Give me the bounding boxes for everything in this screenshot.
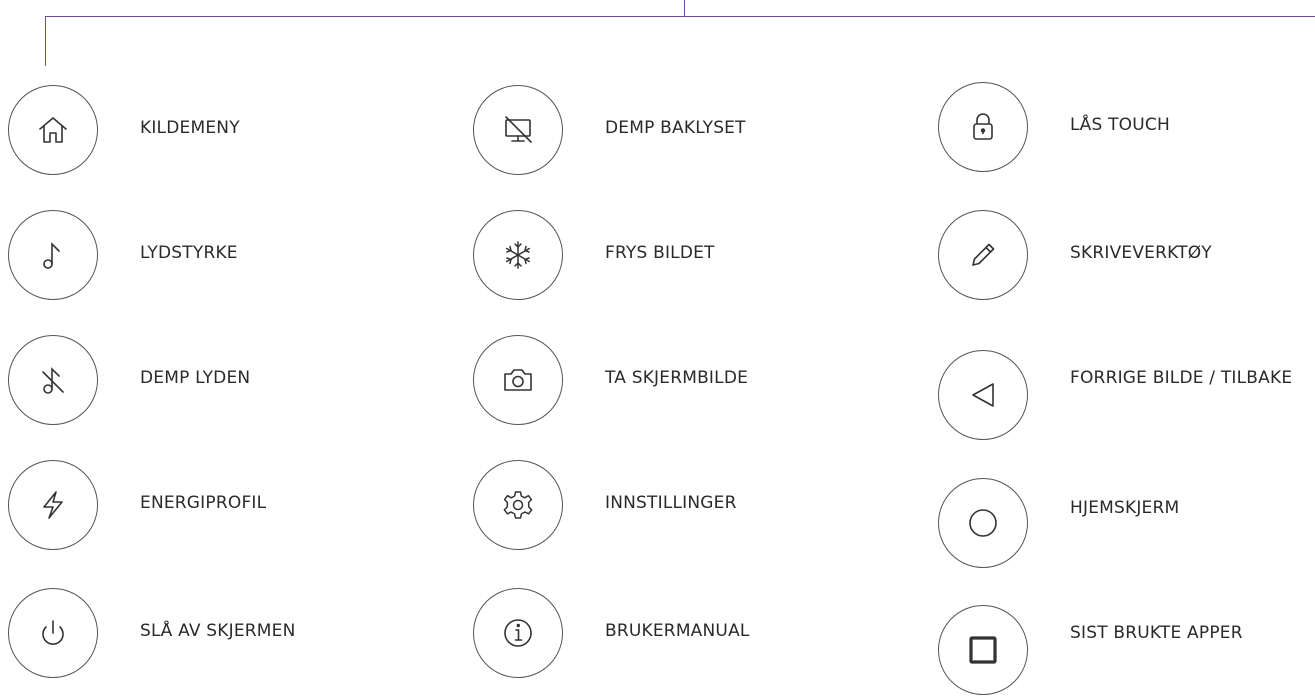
- demp-lyden-button[interactable]: [8, 335, 98, 425]
- innstillinger-button[interactable]: [473, 460, 563, 550]
- menu-item-label: SKRIVEVERKTØY: [1070, 243, 1212, 263]
- connector-vertical-left: [45, 16, 46, 66]
- skriveverktoy-button[interactable]: [938, 210, 1028, 300]
- menu-item-label: KILDEMENY: [140, 118, 240, 138]
- brukermanual-button[interactable]: [473, 588, 563, 678]
- menu-item-label: BRUKERMANUAL: [605, 621, 750, 641]
- menu-item-label: LYDSTYRKE: [140, 243, 238, 263]
- menu-item-label: FRYS BILDET: [605, 243, 715, 263]
- menu-item-label: ENERGIPROFIL: [140, 493, 267, 513]
- ta-skjermbilde-button[interactable]: [473, 335, 563, 425]
- menu-item-label: DEMP LYDEN: [140, 368, 251, 388]
- energiprofil-button[interactable]: [8, 460, 98, 550]
- menu-item-label: DEMP BAKLYSET: [605, 118, 746, 138]
- demp-baklyset-button[interactable]: [473, 85, 563, 175]
- gear-icon: [503, 491, 533, 519]
- sist-brukte-apper-button[interactable]: [938, 605, 1028, 695]
- frys-bildet-button[interactable]: [473, 210, 563, 300]
- recent-apps-square-icon: [969, 636, 997, 664]
- lock-icon: [973, 113, 993, 140]
- pencil-icon: [972, 243, 995, 266]
- hjemskjerm-button[interactable]: [938, 478, 1028, 568]
- las-touch-button[interactable]: [938, 82, 1028, 172]
- menu-item-label: INNSTILLINGER: [605, 493, 737, 513]
- back-triangle-icon: [972, 383, 994, 407]
- mute-note-icon: [42, 367, 64, 394]
- home-icon: [39, 117, 67, 143]
- menu-item-label: TA SKJERMBILDE: [605, 368, 749, 388]
- lightning-icon: [43, 491, 63, 519]
- forrige-bilde-tilbake-button[interactable]: [938, 350, 1028, 440]
- snowflake-icon: [505, 241, 531, 269]
- music-note-icon: [43, 242, 60, 269]
- menu-item-label: LÅS TOUCH: [1070, 115, 1170, 135]
- power-icon: [42, 620, 64, 645]
- connector-vertical-top: [684, 0, 685, 17]
- menu-item-label: FORRIGE BILDE / TILBAKE: [1070, 368, 1293, 388]
- menu-item-label: SIST BRUKTE APPER: [1070, 623, 1243, 643]
- sla-av-skjermen-button[interactable]: [8, 588, 98, 678]
- home-circle-icon: [969, 509, 997, 537]
- connector-horizontal: [45, 16, 1315, 17]
- monitor-off-icon: [505, 116, 532, 143]
- info-icon: [504, 619, 532, 647]
- lydstyrke-button[interactable]: [8, 210, 98, 300]
- menu-item-label: SLÅ AV SKJERMEN: [140, 621, 296, 641]
- menu-item-label: HJEMSKJERM: [1070, 498, 1180, 518]
- camera-icon: [504, 369, 532, 391]
- kildemeny-button[interactable]: [8, 85, 98, 175]
